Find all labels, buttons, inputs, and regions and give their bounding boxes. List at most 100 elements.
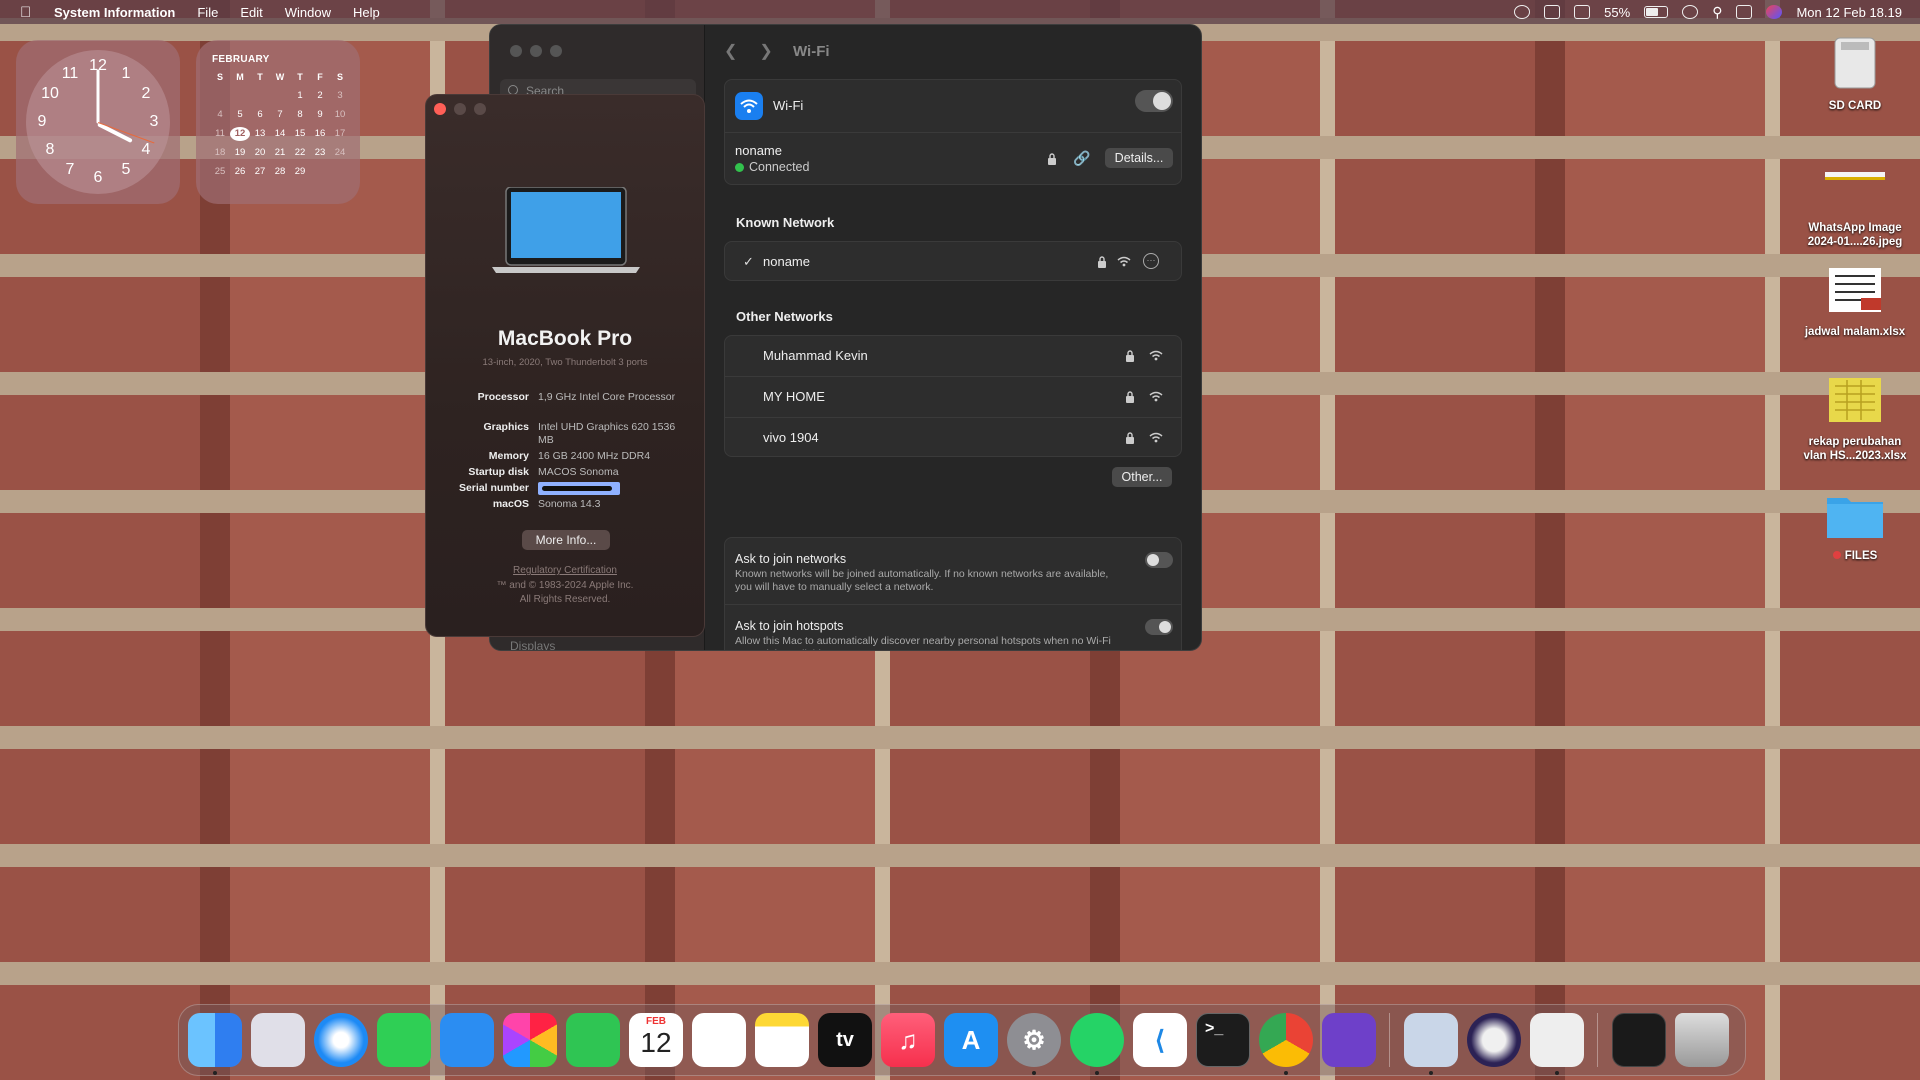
network-row[interactable]: vivo 1904: [725, 417, 1181, 457]
input-source-icon[interactable]: [1544, 5, 1561, 19]
desktop-item-sd-card[interactable]: SD CARD: [1800, 36, 1910, 113]
calendar-day: 9: [317, 109, 323, 120]
desktop-item-rekap[interactable]: rekap perubahan vlan HS...2023.xlsx: [1800, 376, 1910, 463]
other-button[interactable]: Other...: [1112, 467, 1172, 487]
wifi-toggle[interactable]: [1135, 90, 1173, 112]
menu-help[interactable]: Help: [353, 5, 380, 20]
network-name: MY HOME: [763, 389, 825, 404]
calendar-widget[interactable]: FEBRUARY S M T W T F S 1 2 3 4 5 6 7 8 9…: [196, 40, 360, 204]
zoom-button[interactable]: [474, 103, 486, 115]
calendar-day: [270, 89, 290, 103]
music-note-icon: ♫: [898, 1025, 918, 1055]
dock-music-icon[interactable]: ♫: [881, 1013, 935, 1067]
creative-cloud-icon[interactable]: [1514, 5, 1531, 19]
wifi-label: Wi-Fi: [773, 98, 804, 113]
dock-activity-monitor-icon[interactable]: [1612, 1013, 1666, 1067]
minute-hand: [96, 69, 100, 124]
link-icon[interactable]: 🔗: [1073, 150, 1090, 167]
more-options-icon[interactable]: ···: [1143, 253, 1159, 269]
desktop-item-jadwal[interactable]: jadwal malam.xlsx: [1800, 266, 1910, 339]
dock-tv-icon[interactable]: tv: [818, 1013, 872, 1067]
desktop-item-files[interactable]: FILES: [1800, 490, 1910, 563]
dock-photos-icon[interactable]: [503, 1013, 557, 1067]
dock-launchpad-icon[interactable]: [251, 1013, 305, 1067]
network-row[interactable]: Muhammad Kevin: [725, 336, 1181, 376]
calendar-day: 5: [237, 109, 243, 120]
calendar-day: 23: [314, 147, 326, 158]
dock-messages-icon[interactable]: [377, 1013, 431, 1067]
ask-networks-toggle[interactable]: [1145, 552, 1173, 568]
dock-eclipse-icon[interactable]: [1467, 1013, 1521, 1067]
network-row[interactable]: MY HOME: [725, 376, 1181, 417]
menu-app-name[interactable]: System Information: [54, 5, 175, 20]
dock-separator: [1597, 1013, 1598, 1067]
dock-safari-icon[interactable]: [314, 1013, 368, 1067]
details-button[interactable]: Details...: [1105, 148, 1173, 168]
zoom-button[interactable]: [550, 45, 562, 57]
ask-hotspots-row: Ask to join hotspots Allow this Mac to a…: [725, 604, 1181, 650]
dock-terminal-icon[interactable]: >_: [1196, 1013, 1250, 1067]
battery-icon[interactable]: [1644, 6, 1669, 18]
minimize-button[interactable]: [530, 45, 542, 57]
ask-hotspots-toggle[interactable]: [1145, 619, 1173, 635]
dock-reminders-icon[interactable]: [692, 1013, 746, 1067]
spec-key: Startup disk: [468, 466, 529, 478]
dock-github-desktop-icon[interactable]: [1322, 1013, 1376, 1067]
forward-chevron-icon[interactable]: ❯: [759, 41, 772, 61]
known-network-card: ✓ noname ···: [724, 241, 1182, 281]
desktop-item-whatsapp-image[interactable]: WhatsApp Image 2024-01....26.jpeg: [1800, 166, 1910, 249]
calendar-day: [230, 89, 250, 103]
minimize-button[interactable]: [454, 103, 466, 115]
menu-clock[interactable]: Mon 12 Feb 18.19: [1796, 5, 1902, 20]
back-chevron-icon[interactable]: ❮: [724, 41, 737, 61]
dock-system-information-icon[interactable]: [1404, 1013, 1458, 1075]
dock-mail-icon[interactable]: [440, 1013, 494, 1067]
clock-widget[interactable]: 12 1 2 3 4 5 6 7 8 9 10 11: [16, 40, 180, 204]
calendar-grid: S M T W T F S 1 2 3 4 5 6 7 8 9 10 11 12…: [210, 70, 346, 179]
clock-number: 7: [65, 161, 75, 178]
menu-edit[interactable]: Edit: [240, 5, 262, 20]
wifi-signal-icon: [1117, 256, 1131, 267]
dock-calendar-icon[interactable]: FEB 12: [629, 1013, 683, 1067]
control-center-icon[interactable]: [1736, 5, 1753, 19]
dock-vscode-icon[interactable]: ⟨: [1133, 1013, 1187, 1067]
apple-menu-icon[interactable]: : [20, 4, 40, 21]
calendar-day: 1: [297, 90, 303, 101]
ask-networks-title: Ask to join networks: [735, 552, 847, 566]
more-info-button[interactable]: More Info...: [522, 530, 610, 550]
dock-app-store-icon[interactable]: A: [944, 1013, 998, 1067]
clock-number: 5: [121, 161, 131, 178]
wifi-signal-icon: [1149, 432, 1163, 443]
desktop-item-label: jadwal malam.xlsx: [1804, 326, 1906, 338]
known-network-row[interactable]: ✓ noname ···: [725, 242, 1181, 282]
dock-finder-icon[interactable]: [188, 1013, 242, 1075]
dock-trash-icon[interactable]: [1675, 1013, 1729, 1067]
screen-mirroring-icon[interactable]: [1682, 5, 1699, 19]
sidebar-item-displays[interactable]: Displays: [510, 639, 555, 650]
app-store-glyph-icon: A: [961, 1025, 981, 1055]
lock-icon: [1098, 256, 1106, 268]
dock-system-settings-icon[interactable]: ⚙: [1007, 1013, 1061, 1075]
spec-value: MACOS Sonoma: [538, 466, 619, 478]
dock-chrome-icon[interactable]: [1259, 1013, 1313, 1075]
dock-facetime-icon[interactable]: [566, 1013, 620, 1067]
menu-file[interactable]: File: [197, 5, 218, 20]
calendar-day: [310, 165, 330, 179]
close-button[interactable]: [510, 45, 522, 57]
calendar-day: 11: [215, 128, 225, 139]
weekday: T: [257, 72, 263, 82]
regulatory-link[interactable]: Regulatory Certification: [426, 565, 704, 576]
dock-network-utility-icon[interactable]: [1530, 1013, 1584, 1075]
running-indicator: [1095, 1071, 1099, 1075]
calendar-today: 12: [230, 127, 250, 141]
calendar-day: 13: [254, 128, 266, 139]
dock-whatsapp-icon[interactable]: [1070, 1013, 1124, 1075]
siri-icon[interactable]: [1766, 5, 1783, 19]
spotlight-search-icon[interactable]: ⚲: [1712, 4, 1722, 21]
desktop-item-label: FILES: [1800, 549, 1910, 563]
dock-notes-icon[interactable]: [755, 1013, 809, 1067]
weekday: T: [297, 72, 303, 82]
menu-window[interactable]: Window: [285, 5, 331, 20]
close-button[interactable]: [434, 103, 446, 115]
display-icon[interactable]: [1574, 5, 1591, 19]
